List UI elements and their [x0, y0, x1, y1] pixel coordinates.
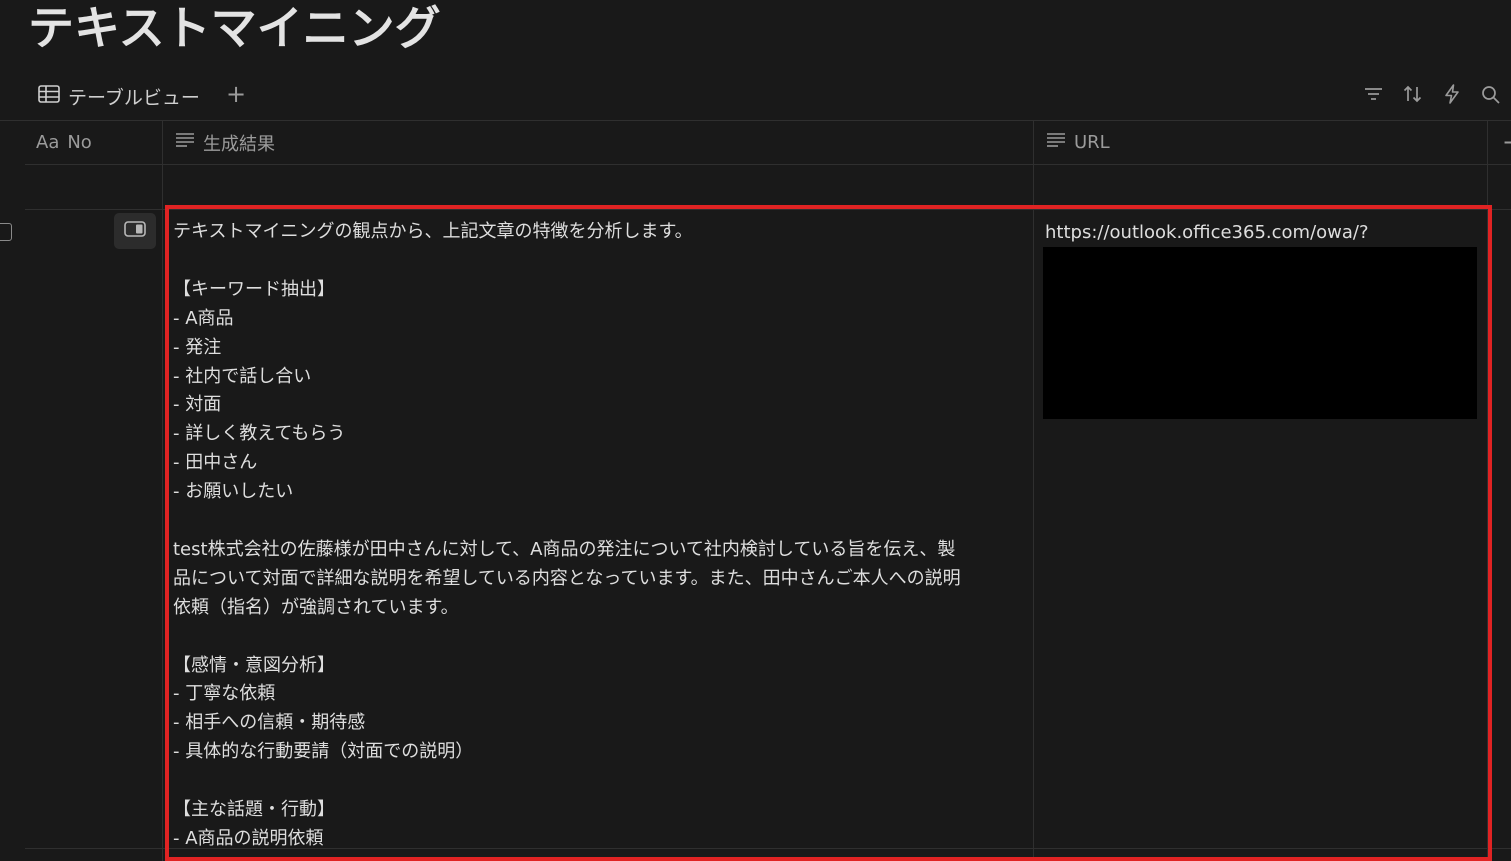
column-label: URL	[1074, 132, 1110, 153]
result-line: - A商品	[173, 307, 234, 329]
search-icon[interactable]	[1480, 82, 1501, 106]
column-header-result[interactable]: 生成結果	[175, 121, 275, 164]
result-line: - A商品の説明依頼	[173, 827, 324, 849]
page-title: テキストマイニング	[28, 1, 441, 55]
text-property-icon	[1046, 132, 1066, 153]
result-line	[173, 247, 1029, 276]
row-divider	[25, 209, 1511, 210]
result-line: - 対面	[173, 394, 222, 416]
tab-label: テーブルビュー	[68, 86, 200, 109]
result-cell[interactable]: テキストマイニングの観点から、上記文章の特徴を分析します。 【キーワード抽出】 - …	[173, 218, 1029, 850]
tab-table-view[interactable]: テーブルビュー	[38, 82, 200, 110]
result-line: 【キーワード抽出】	[173, 278, 335, 300]
open-page-button[interactable]	[114, 213, 156, 249]
result-line: テキストマイニングの観点から、上記文章の特徴を分析します。	[173, 221, 693, 242]
view-toolbar: テーブルビュー +	[0, 72, 1511, 121]
result-line: - 詳しく教えてもらう	[173, 423, 346, 445]
result-line	[173, 767, 1029, 796]
redacted-block	[1043, 247, 1477, 419]
title-property-icon: Aa	[36, 132, 60, 153]
url-cell[interactable]: https://outlook.office365.com/owa/?	[1045, 218, 1485, 247]
result-line: - 発注	[173, 336, 222, 358]
column-divider	[162, 121, 163, 861]
toolbar-actions	[1363, 82, 1501, 110]
result-line: - 具体的な行動要請（対面での説明）	[173, 741, 474, 763]
side-peek-icon	[124, 221, 146, 241]
url-link[interactable]: https://outlook.office365.com/owa/?	[1045, 222, 1369, 243]
table-icon	[38, 84, 60, 108]
result-line: 依頼（指名）が強調されています。	[173, 596, 459, 618]
row-checkbox[interactable]	[0, 223, 12, 241]
column-header-url[interactable]: URL	[1046, 121, 1110, 164]
column-divider	[1033, 121, 1034, 861]
result-line	[173, 507, 1029, 536]
result-line: - 相手への信頼・期待感	[173, 712, 366, 734]
column-label: 生成結果	[203, 133, 275, 155]
filter-icon[interactable]	[1363, 82, 1384, 106]
text-property-icon	[175, 132, 195, 153]
result-line	[173, 623, 1029, 652]
result-line: - 丁寧な依頼	[173, 683, 276, 705]
sort-icon[interactable]	[1402, 82, 1423, 106]
result-line: - 社内で話し合い	[173, 365, 312, 387]
add-view-button[interactable]: +	[226, 81, 246, 109]
result-line: - 田中さん	[173, 452, 258, 474]
column-header-no[interactable]: Aa No	[36, 121, 92, 164]
lightning-icon[interactable]	[1441, 82, 1462, 106]
result-line: 【感情・意図分析】	[173, 654, 335, 676]
result-line: - お願いしたい	[173, 481, 294, 503]
add-column-button[interactable]: +	[1502, 128, 1511, 156]
result-line: 【主な話題・行動】	[173, 799, 335, 821]
column-label: No	[67, 132, 92, 153]
column-divider	[1487, 121, 1488, 861]
table-header: Aa No 生成結果 URL	[25, 121, 1511, 164]
result-line: test株式会社の佐藤様が田中さんに対して、A商品の発注について社内検討している…	[173, 538, 956, 560]
result-line: 品について対面で詳細な説明を希望している内容となっています。また、田中さんご本人…	[173, 567, 961, 589]
header-divider	[25, 164, 1511, 165]
